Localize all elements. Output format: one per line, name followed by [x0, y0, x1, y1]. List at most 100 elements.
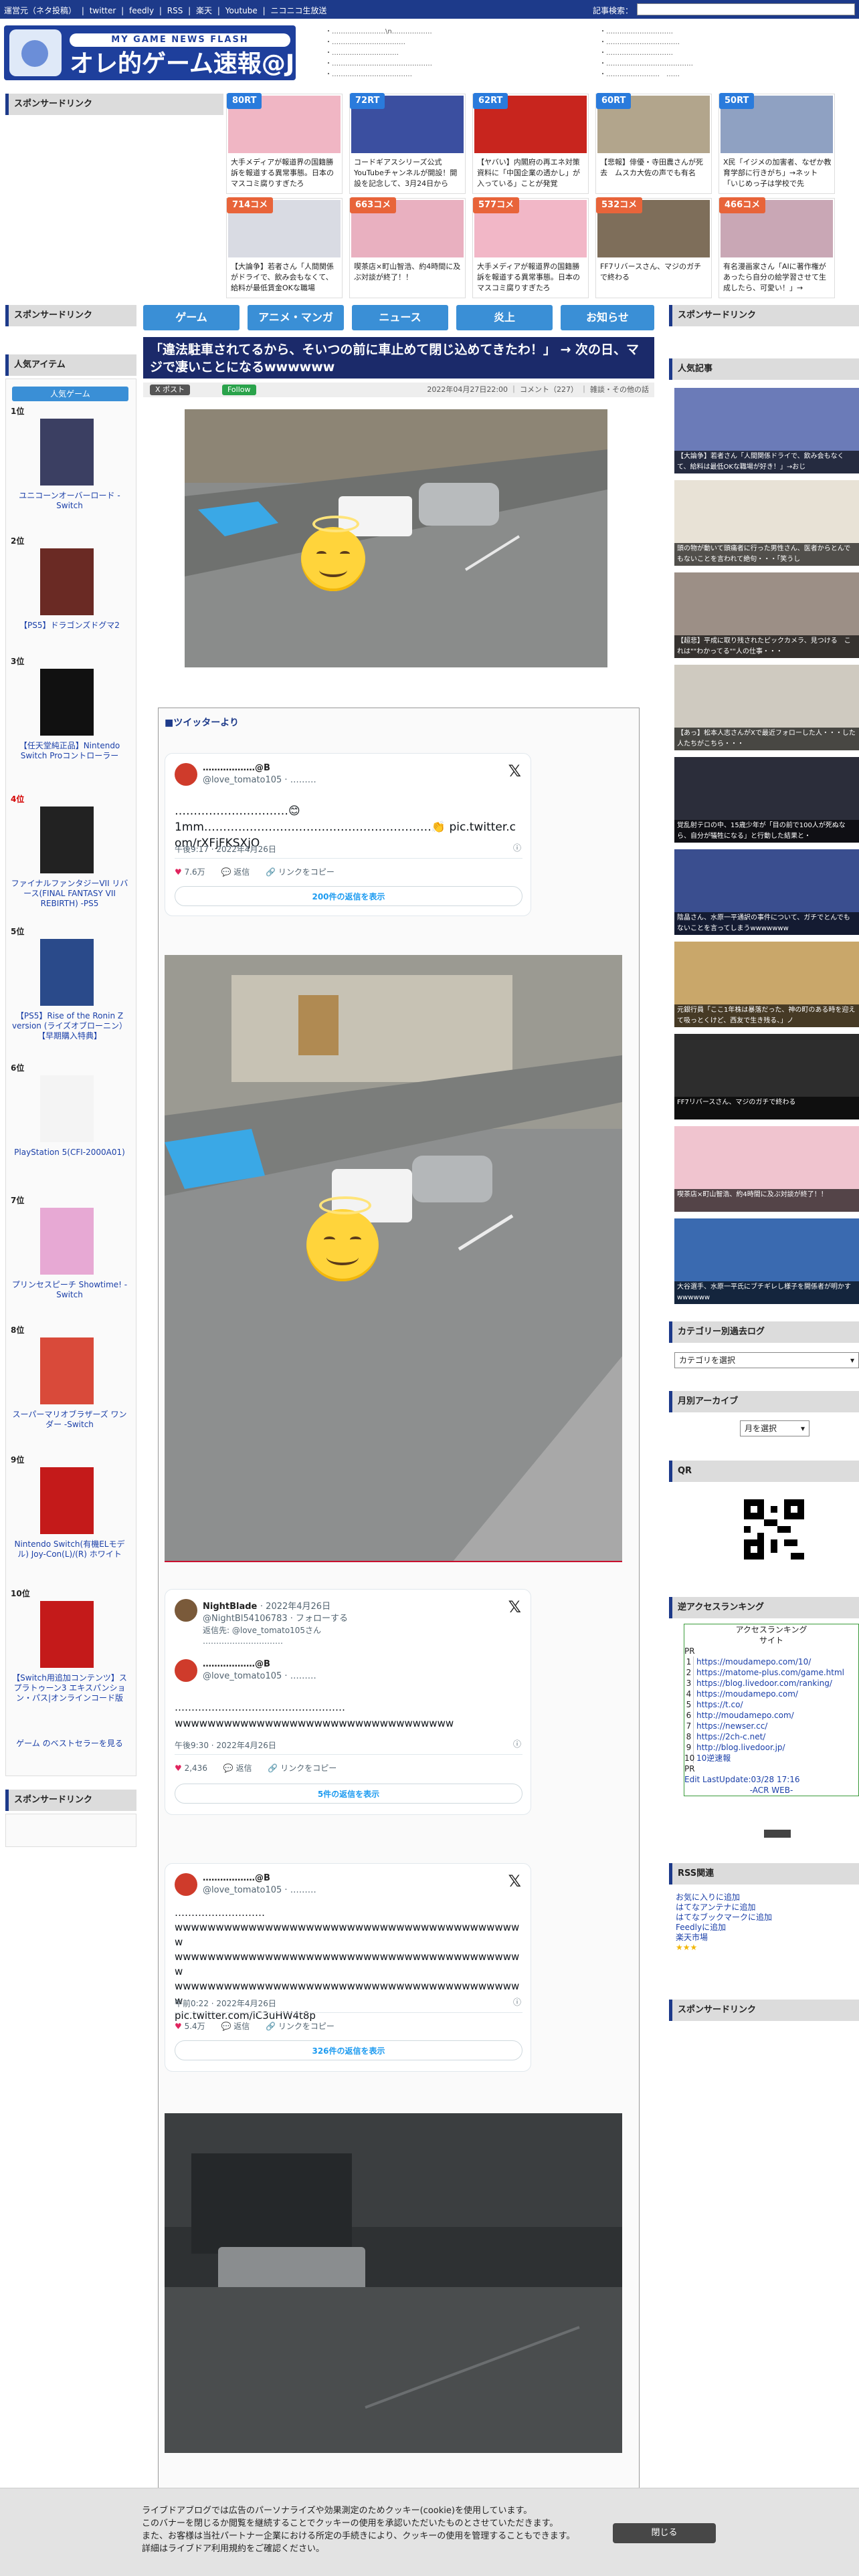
ad-card[interactable]: 50RT X民「イジメの加害者、なぜか教育学部に行きがち」→ネット「いじめっ子は学… — [719, 93, 835, 194]
ad-caption[interactable]: 【悲報】俳優・寺田農さんが死去 ムスカ大佐の声でも有名 — [600, 157, 708, 191]
ad-caption[interactable]: 【大論争】若者さん「人間関係がドライで、飲み会もなくて、給料が最低賃金OKな職場 — [231, 261, 339, 295]
acr-site-link[interactable]: https://blog.livedoor.com/ranking/ — [696, 1679, 832, 1688]
info-icon[interactable]: ⓘ — [513, 842, 521, 853]
popular-article-title[interactable]: 大谷選手、水原一平氏にブチギレし様子を開係者が明かすwwwwww — [674, 1281, 859, 1304]
rss-link[interactable]: 楽天市場 — [676, 1933, 850, 1943]
month-select[interactable]: 月を選択 — [740, 1420, 809, 1436]
acr-site-link[interactable]: https://matome-plus.com/game.html — [696, 1668, 844, 1677]
popular-article-title[interactable]: 覚乱射テロの中、15歳少年が「目の前で100人が死ぬなら、自分が犠牲になる」と行… — [674, 820, 859, 843]
popular-article[interactable]: 頭の物が動いて頭痛者に行った男性さん、医者からとんでもないことを言われて絶句・・… — [674, 480, 859, 566]
tweet-time[interactable]: 午前0:22 · 2022年4月26日 — [175, 1998, 276, 2009]
avatar[interactable] — [175, 1873, 197, 1896]
product-image[interactable] — [40, 1337, 94, 1404]
rss-link[interactable]: はてなブックマークに追加 — [676, 1913, 850, 1923]
header-link[interactable]: ……………………………… — [325, 70, 459, 80]
link-icon[interactable]: 🔗 — [268, 1763, 278, 1773]
ad-caption[interactable]: X民「イジメの加害者、なぜか教育学部に行きがち」→ネット「いじめっ子は学校で先 — [723, 157, 832, 191]
nav-flame[interactable]: 炎上 — [456, 305, 553, 330]
header-link[interactable]: …………………………… — [599, 37, 733, 48]
reply-label[interactable]: 返信 — [233, 867, 250, 877]
tweet-card-1[interactable]: ………………@B @love_tomato105 · ……… 𝕏 …………………… — [165, 753, 531, 916]
popular-article[interactable]: 元銀行員「ここ1年株は暴落だった、神の町のある時を迎えて吸っとくけど、西友で生き… — [674, 942, 859, 1027]
popular-article[interactable]: 【超悲】平成に取り残されたピックカメラ、見つける これは""わかってる""人の仕… — [674, 572, 859, 658]
follow-button[interactable]: Follow — [222, 385, 256, 395]
article-title[interactable]: 「違法駐車されてるから、そいつの前に車止めて閉じ込めてきたわ！」 → 次の日、マ… — [143, 337, 654, 379]
ad-card[interactable]: 80RT 大手メディアが報道界の国籍勝訴を報道する異常事態。日本のマスコミ腐りすぎ… — [226, 93, 343, 194]
product-image[interactable] — [40, 1208, 94, 1275]
acr-update[interactable]: Edit LastUpdate:03/28 17:16 — [684, 1774, 858, 1785]
rss-link[interactable]: Feedlyに追加 — [676, 1923, 850, 1933]
top-link[interactable]: 運営元（ネタ投稿） — [4, 6, 76, 15]
tweet-author[interactable]: ………………@B — [203, 763, 270, 773]
popular-article[interactable]: 陰晶さん、水原一平通訳の事件について、ガチでとんでもないことを言ってしまうwww… — [674, 849, 859, 935]
product-name[interactable]: 【Switch用追加コンテンツ】スプラトゥーン3 エキスパンション・パス|オンラ… — [9, 1673, 130, 1703]
ad-caption[interactable]: 【ヤバい】内閣府の再エネ対策資料に「中国企業の透かし」が入っている」ことが発覚 — [477, 157, 585, 191]
ad-caption[interactable]: コードギアスシリーズ公式YouTubeチャンネルが開設！開設を記念して、3月24… — [354, 157, 462, 191]
reply-label[interactable]: 返信 — [236, 1763, 252, 1773]
header-link[interactable]: ………………………… — [599, 48, 733, 59]
product-image[interactable] — [40, 419, 94, 486]
header-link[interactable]: ………………………………… — [599, 59, 733, 70]
tweet-card-2[interactable]: NightBlade · 2022年4月26日 @NightBl54106783… — [165, 1589, 531, 1815]
acr-site-link[interactable]: https://moudamepo.com/10/ — [696, 1657, 811, 1667]
reply-handle[interactable]: @NightBl54106783 · フォローする — [203, 1611, 348, 1624]
header-link[interactable]: ………………………… — [325, 48, 459, 59]
show-replies-button[interactable]: 5件の返信を表示 — [175, 1784, 522, 1804]
top-link[interactable]: Youtube — [225, 6, 258, 15]
reply-icon[interactable]: 💬 — [223, 1763, 233, 1773]
product-image[interactable] — [40, 807, 94, 873]
product-name[interactable]: ユニコーンオーバーロード - Switch — [9, 491, 130, 511]
product-name[interactable]: スーパーマリオブラザーズ ワンダー -Switch — [9, 1410, 130, 1430]
nav-notice[interactable]: お知らせ — [561, 305, 654, 330]
tweet-author[interactable]: ………………@B — [203, 1873, 270, 1883]
product-name[interactable]: Nintendo Switch(有機ELモデル) Joy-Con(L)/(R) … — [9, 1539, 130, 1560]
ad-card[interactable]: 577コメ 大手メディアが報道界の国籍勝訴を報道する異常事態。日本のマスコミ腐りす… — [472, 197, 589, 298]
ad-card[interactable]: 532コメ FF7リバースさん、マジのガチで終わる — [595, 197, 712, 298]
acr-site-link[interactable]: https://2ch-c.net/ — [696, 1732, 765, 1741]
product-name[interactable]: プリンセスピーチ Showtime! -Switch — [9, 1280, 130, 1300]
popular-article[interactable]: 【大論争】若者さん「人間関係ドライで、飲み会もなくて、給料は最低OKな職場が好き… — [674, 388, 859, 473]
popular-article-title[interactable]: 【大論争】若者さん「人間関係ドライで、飲み会もなくて、給料は最低OKな職場が好き… — [674, 451, 859, 473]
acr-site-link[interactable]: http://moudamepo.com/ — [696, 1711, 794, 1720]
avatar[interactable] — [175, 763, 197, 786]
product-image[interactable] — [40, 939, 94, 1006]
product-name[interactable]: 【任天堂純正品】Nintendo Switch Proコントローラー — [9, 741, 130, 761]
top-link[interactable]: RSS — [167, 6, 183, 15]
nav-game[interactable]: ゲーム — [143, 305, 240, 330]
nav-news[interactable]: ニュース — [352, 305, 448, 330]
acr-site-link[interactable]: https://newser.cc/ — [696, 1721, 767, 1731]
product-image[interactable] — [40, 548, 94, 615]
heart-icon[interactable]: ♥ — [175, 1763, 182, 1773]
product-image[interactable] — [40, 1075, 94, 1142]
popular-article-title[interactable]: 陰晶さん、水原一平通訳の事件について、ガチでとんでもないことを言ってしまうwww… — [674, 912, 859, 935]
product-image[interactable] — [40, 1467, 94, 1534]
header-link[interactable]: …………………………… — [325, 37, 459, 48]
info-icon[interactable]: ⓘ — [513, 1996, 521, 2008]
info-icon[interactable]: ⓘ — [513, 1738, 521, 1749]
heart-icon[interactable]: ♥ — [175, 867, 182, 877]
popular-article[interactable]: 喫茶店×町山智浩、約4時間に及ぶ対談が終了！！ — [674, 1126, 859, 1212]
popular-article[interactable]: 【あっ】松本人志さんがXで最近フォローした人・・・した人たちがこちら・・・ — [674, 665, 859, 750]
cookie-close-button[interactable]: 閉じる — [613, 2523, 716, 2543]
ad-caption[interactable]: 大手メディアが報道界の国籍勝訴を報道する異常事態。日本のマスコミ腐りすぎたろ — [477, 261, 585, 295]
top-link[interactable]: 楽天 — [196, 6, 212, 15]
rss-link[interactable]: お気に入りに追加 — [676, 1893, 850, 1903]
terms-link[interactable]: 詳細はライブドア利用規約をご確認ください。 — [142, 2543, 575, 2555]
popular-article-title[interactable]: 【あっ】松本人志さんがXで最近フォローした人・・・した人たちがこちら・・・ — [674, 728, 859, 750]
ad-caption[interactable]: 喫茶店×町山智浩、約4時間に及ぶ対談が終了！！ — [354, 261, 462, 295]
header-link[interactable]: …………………… …… — [599, 70, 733, 80]
tweet-author[interactable]: ………………@B — [203, 1659, 270, 1669]
popular-article-title[interactable]: 喫茶店×町山智浩、約4時間に及ぶ対談が終了！！ — [674, 1189, 859, 1212]
product-name[interactable]: 【PS5】Rise of the Ronin Z version (ライズオブロ… — [9, 1011, 130, 1041]
ad-caption[interactable]: 有名漫画家さん「AIに著作権があったら自分の絵学習させて生成したら、可愛い！」→ — [723, 261, 832, 295]
x-logo-icon[interactable]: 𝕏 — [508, 1872, 521, 1891]
bestseller-link[interactable]: ゲーム のベストセラーを見る — [9, 1737, 130, 1749]
search-input[interactable] — [637, 3, 855, 15]
acr-site-link[interactable]: https://t.co/ — [696, 1700, 743, 1709]
popular-article[interactable]: 覚乱射テロの中、15歳少年が「目の前で100人が死ぬなら、自分が犠牲になる」と行… — [674, 757, 859, 843]
product-name[interactable]: ファイナルファンタジーVII リバース(FINAL FANTASY VII RE… — [9, 879, 130, 909]
avatar[interactable] — [175, 1599, 197, 1622]
top-link[interactable]: feedly — [129, 6, 154, 15]
popular-article-title[interactable]: 【超悲】平成に取り残されたピックカメラ、見つける これは""わかってる""人の仕… — [674, 635, 859, 658]
ad-card[interactable]: 663コメ 喫茶店×町山智浩、約4時間に及ぶ対談が終了！！ — [349, 197, 466, 298]
